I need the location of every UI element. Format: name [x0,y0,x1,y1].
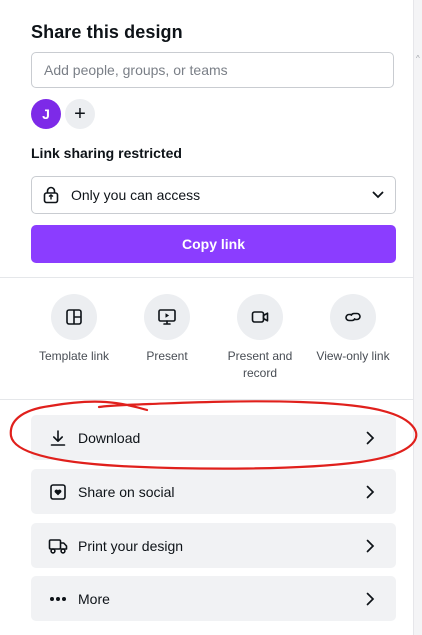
template-icon [51,294,97,340]
row-label: Share on social [78,483,175,500]
quick-action-template-link[interactable]: Template link [34,294,114,365]
quick-action-present-and-record[interactable]: Present and record [220,294,300,382]
quick-action-label: Present and record [227,349,293,380]
people-search-input[interactable] [32,53,393,87]
print-your-design-row[interactable]: Print your design [31,523,396,568]
search-field[interactable] [31,52,394,88]
quick-action-label: View-only link [316,349,390,363]
add-people-button[interactable]: + [65,99,95,129]
quick-action-label: Present [146,349,188,363]
chevron-right-icon [364,538,376,554]
present-icon [144,294,190,340]
row-label: Print your design [78,537,184,554]
quick-action-view-only-link[interactable]: View-only link [313,294,393,365]
quick-action-label: Template link [38,349,110,363]
truck-icon [48,536,68,556]
chevron-right-icon [364,484,376,500]
link-sharing-label: Link sharing restricted [31,145,182,161]
download-icon [48,428,68,448]
more-icon [48,589,68,609]
quick-action-present[interactable]: Present [127,294,207,365]
access-value: Only you can access [71,187,201,203]
row-label: Download [78,429,141,446]
avatar[interactable]: J [31,99,61,129]
record-camera-icon [237,294,283,340]
more-row[interactable]: More [31,576,396,621]
scroll-caret-icon: ^ [416,54,420,63]
scrollbar-track[interactable] [413,0,422,635]
download-row[interactable]: Download [31,415,396,460]
row-label: More [78,590,110,607]
chevron-right-icon [364,591,376,607]
panel-title: Share this design [31,22,183,42]
divider [0,277,413,278]
share-on-social-row[interactable]: Share on social [31,469,396,514]
access-dropdown[interactable]: Only you can access [31,176,396,214]
chevron-right-icon [364,430,376,446]
share-panel: Share this design J + Link sharing restr… [0,0,413,635]
lock-icon [42,186,60,204]
chevron-down-icon [371,188,385,202]
divider [0,399,413,400]
link-icon [330,294,376,340]
copy-link-button[interactable]: Copy link [31,225,396,263]
heart-icon [48,482,68,502]
